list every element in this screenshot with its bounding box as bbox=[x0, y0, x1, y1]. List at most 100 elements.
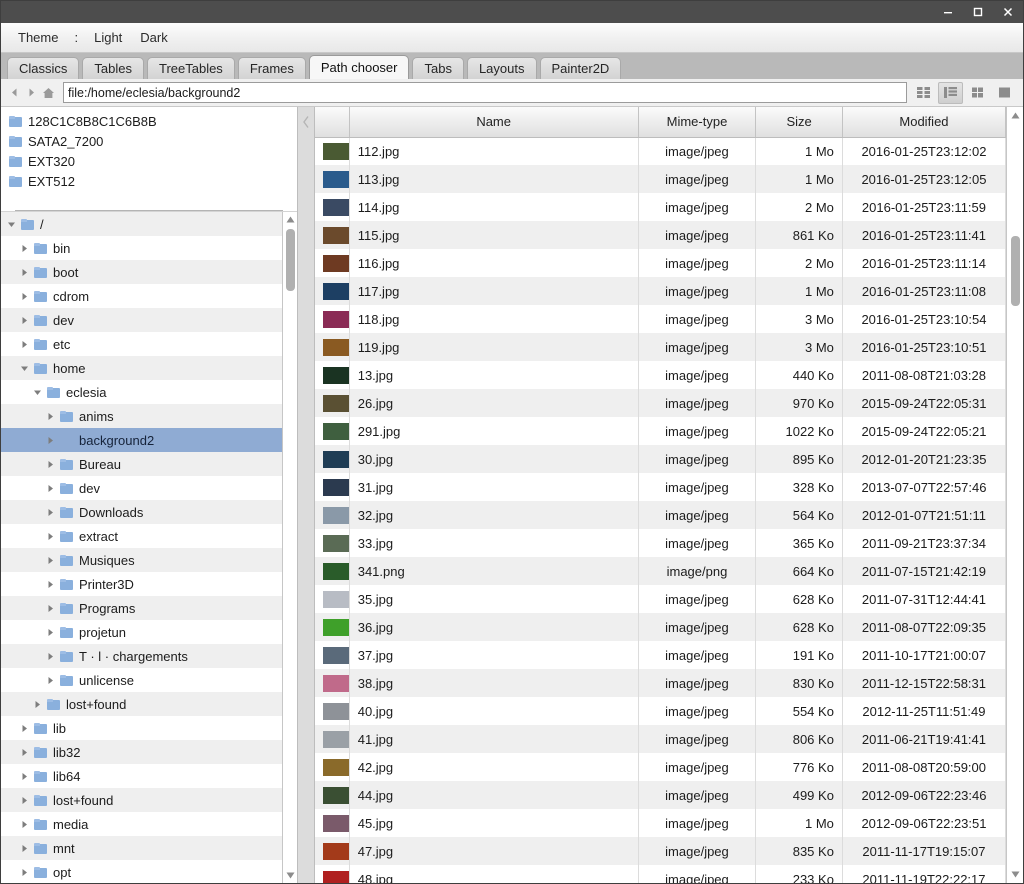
table-row[interactable]: 117.jpg image/jpeg 1 Mo 2016-01-25T23:11:08 bbox=[315, 277, 1006, 305]
tab-treetables[interactable]: TreeTables bbox=[146, 57, 235, 79]
theme-option-light[interactable]: Light bbox=[85, 28, 131, 47]
chevron-right-icon[interactable] bbox=[31, 692, 44, 716]
column-header-size[interactable]: Size bbox=[755, 107, 843, 138]
tree-node-[interactable]: / bbox=[1, 212, 282, 236]
table-row[interactable]: 118.jpg image/jpeg 3 Mo 2016-01-25T23:10:54 bbox=[315, 305, 1006, 333]
table-row[interactable]: 40.jpg image/jpeg 554 Ko 2012-11-25T11:51:4… bbox=[315, 697, 1006, 725]
directory-tree[interactable]: / bin boot cdrom dev etc home eclesia anims backg… bbox=[1, 212, 282, 883]
tree-node-bureau[interactable]: Bureau bbox=[1, 452, 282, 476]
tab-painter2d[interactable]: Painter2D bbox=[539, 57, 622, 79]
table-row[interactable]: 119.jpg image/jpeg 3 Mo 2016-01-25T23:10:51 bbox=[315, 333, 1006, 361]
large-icon-view-button[interactable] bbox=[992, 82, 1017, 104]
column-header-name[interactable]: Name bbox=[349, 107, 639, 138]
chevron-right-icon[interactable] bbox=[44, 452, 57, 476]
table-row[interactable]: 32.jpg image/jpeg 564 Ko 2012-01-07T21:51:1… bbox=[315, 501, 1006, 529]
table-row[interactable]: 13.jpg image/jpeg 440 Ko 2011-08-08T21:03:2… bbox=[315, 361, 1006, 389]
table-row[interactable]: 42.jpg image/jpeg 776 Ko 2011-08-08T20:59:0… bbox=[315, 753, 1006, 781]
tab-layouts[interactable]: Layouts bbox=[466, 57, 537, 79]
chevron-right-icon[interactable] bbox=[44, 644, 57, 668]
chevron-right-icon[interactable] bbox=[44, 500, 57, 524]
bookmark-item[interactable]: SATA2_7200 bbox=[1, 131, 297, 151]
tree-node-t-l-chargements[interactable]: T · l · chargements bbox=[1, 644, 282, 668]
column-header-modified[interactable]: Modified bbox=[842, 107, 1006, 138]
tree-node-lib[interactable]: lib bbox=[1, 716, 282, 740]
table-row[interactable]: 44.jpg image/jpeg 499 Ko 2012-09-06T22:23:4… bbox=[315, 781, 1006, 809]
tree-node-bin[interactable]: bin bbox=[1, 236, 282, 260]
tree-node-projetun[interactable]: projetun bbox=[1, 620, 282, 644]
chevron-right-icon[interactable] bbox=[44, 668, 57, 692]
home-icon[interactable] bbox=[40, 82, 57, 104]
chevron-right-icon[interactable] bbox=[44, 548, 57, 572]
theme-option-dark[interactable]: Dark bbox=[131, 28, 176, 47]
forward-arrow-icon[interactable] bbox=[23, 82, 40, 104]
chevron-right-icon[interactable] bbox=[44, 620, 57, 644]
table-row[interactable]: 38.jpg image/jpeg 830 Ko 2011-12-15T22:58:3… bbox=[315, 669, 1006, 697]
tree-node-lost-found[interactable]: lost+found bbox=[1, 788, 282, 812]
column-header-thumbnail[interactable] bbox=[315, 107, 350, 138]
table-row[interactable]: 114.jpg image/jpeg 2 Mo 2016-01-25T23:11:59 bbox=[315, 193, 1006, 221]
table-row[interactable]: 112.jpg image/jpeg 1 Mo 2016-01-25T23:12:02 bbox=[315, 137, 1006, 165]
chevron-right-icon[interactable] bbox=[44, 404, 57, 428]
chevron-right-icon[interactable] bbox=[18, 764, 31, 788]
chevron-down-icon[interactable] bbox=[5, 212, 18, 236]
tree-node-boot[interactable]: boot bbox=[1, 260, 282, 284]
panel-splitter[interactable] bbox=[297, 107, 315, 883]
chevron-right-icon[interactable] bbox=[18, 284, 31, 308]
tree-scroll-thumb[interactable] bbox=[285, 229, 295, 291]
tab-tables[interactable]: Tables bbox=[82, 57, 144, 79]
table-row[interactable]: 341.png image/png 664 Ko 2011-07-15T21:42:1… bbox=[315, 557, 1006, 585]
chevron-right-icon[interactable] bbox=[18, 308, 31, 332]
table-row[interactable]: 35.jpg image/jpeg 628 Ko 2011-07-31T12:44:4… bbox=[315, 585, 1006, 613]
table-row[interactable]: 115.jpg image/jpeg 861 Ko 2016-01-25T23:11:… bbox=[315, 221, 1006, 249]
tree-scroll-track[interactable] bbox=[283, 227, 298, 868]
tree-node-musiques[interactable]: Musiques bbox=[1, 548, 282, 572]
tree-node-lib32[interactable]: lib32 bbox=[1, 740, 282, 764]
grid-view-button[interactable] bbox=[965, 82, 990, 104]
chevron-down-icon[interactable] bbox=[18, 356, 31, 380]
tree-node-mnt[interactable]: mnt bbox=[1, 836, 282, 860]
tree-node-lib64[interactable]: lib64 bbox=[1, 764, 282, 788]
table-row[interactable]: 26.jpg image/jpeg 970 Ko 2015-09-24T22:05:3… bbox=[315, 389, 1006, 417]
table-row[interactable]: 41.jpg image/jpeg 806 Ko 2011-06-21T19:41:4… bbox=[315, 725, 1006, 753]
table-row[interactable]: 33.jpg image/jpeg 365 Ko 2011-09-21T23:37:3… bbox=[315, 529, 1006, 557]
chevron-right-icon[interactable] bbox=[18, 332, 31, 356]
tree-scroll-up-button[interactable] bbox=[283, 212, 298, 227]
chevron-right-icon[interactable] bbox=[44, 596, 57, 620]
tree-node-dev[interactable]: dev bbox=[1, 308, 282, 332]
file-scroll-down-button[interactable] bbox=[1007, 866, 1024, 883]
close-button[interactable] bbox=[993, 1, 1023, 23]
tree-node-downloads[interactable]: Downloads bbox=[1, 500, 282, 524]
chevron-right-icon[interactable] bbox=[44, 572, 57, 596]
file-scroll-thumb[interactable] bbox=[1010, 236, 1020, 306]
table-row[interactable]: 36.jpg image/jpeg 628 Ko 2011-08-07T22:09:3… bbox=[315, 613, 1006, 641]
tree-node-lost-found[interactable]: lost+found bbox=[1, 692, 282, 716]
minimize-button[interactable] bbox=[933, 1, 963, 23]
tab-path-chooser[interactable]: Path chooser bbox=[308, 55, 410, 79]
table-row[interactable]: 47.jpg image/jpeg 835 Ko 2011-11-17T19:15:0… bbox=[315, 837, 1006, 865]
compact-columns-view-button[interactable] bbox=[911, 82, 936, 104]
chevron-right-icon[interactable] bbox=[18, 860, 31, 883]
tree-node-anims[interactable]: anims bbox=[1, 404, 282, 428]
tree-node-extract[interactable]: extract bbox=[1, 524, 282, 548]
chevron-right-icon[interactable] bbox=[18, 788, 31, 812]
back-arrow-icon[interactable] bbox=[6, 82, 23, 104]
tree-node-opt[interactable]: opt bbox=[1, 860, 282, 883]
tab-frames[interactable]: Frames bbox=[237, 57, 306, 79]
bookmark-item[interactable]: EXT512 bbox=[1, 171, 297, 191]
tree-node-etc[interactable]: etc bbox=[1, 332, 282, 356]
bookmark-item[interactable]: EXT320 bbox=[1, 151, 297, 171]
bookmark-item[interactable]: 128C1C8B8C1C6B8B bbox=[1, 111, 297, 131]
tree-node-dev[interactable]: dev bbox=[1, 476, 282, 500]
table-row[interactable]: 113.jpg image/jpeg 1 Mo 2016-01-25T23:12:05 bbox=[315, 165, 1006, 193]
column-header-mime-type[interactable]: Mime-type bbox=[638, 107, 757, 138]
tree-node-cdrom[interactable]: cdrom bbox=[1, 284, 282, 308]
table-row[interactable]: 45.jpg image/jpeg 1 Mo 2012-09-06T22:23:51 bbox=[315, 809, 1006, 837]
chevron-right-icon[interactable] bbox=[44, 524, 57, 548]
chevron-right-icon[interactable] bbox=[18, 740, 31, 764]
tree-node-background2[interactable]: background2 bbox=[1, 428, 282, 452]
tree-node-unlicense[interactable]: unlicense bbox=[1, 668, 282, 692]
tab-classics[interactable]: Classics bbox=[7, 57, 80, 79]
table-row[interactable]: 116.jpg image/jpeg 2 Mo 2016-01-25T23:11:14 bbox=[315, 249, 1006, 277]
chevron-right-icon[interactable] bbox=[44, 428, 57, 452]
table-row[interactable]: 291.jpg image/jpeg 1022 Ko 2015-09-24T22:05… bbox=[315, 417, 1006, 445]
